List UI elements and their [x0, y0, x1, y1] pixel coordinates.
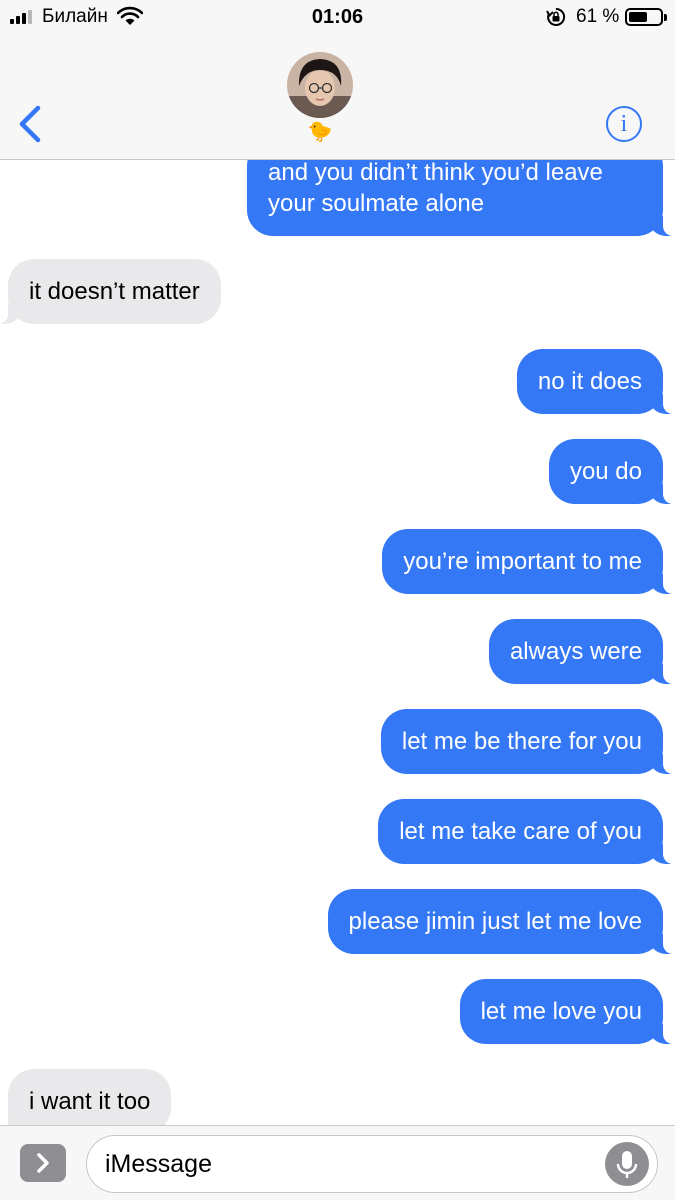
message-text: you do — [569, 458, 642, 485]
message-text: i want it too — [29, 1088, 151, 1115]
message-input-placeholder: iMessage — [105, 1150, 212, 1178]
message-text: you’re important to me — [403, 548, 642, 575]
info-icon: i — [620, 111, 628, 137]
message-bubble-received[interactable]: i want it too — [0, 1069, 172, 1125]
message-text: let me take care of you — [399, 818, 642, 845]
message-bubble-sent[interactable]: you’re important to me — [382, 529, 675, 594]
message-text: let me love you — [480, 998, 642, 1025]
message-bubble-sent[interactable]: let me take care of you — [378, 799, 675, 864]
rotation-lock-icon — [546, 7, 566, 26]
microphone-icon — [616, 1151, 638, 1178]
conversation-header: 🐤 i — [0, 36, 675, 160]
message-bubble-sent[interactable]: please jimin just let me love — [327, 889, 675, 954]
message-bubble-sent[interactable]: and you didn’t think you’d leave your so… — [247, 160, 675, 236]
message-bubble-sent[interactable]: let me be there for you — [380, 709, 675, 774]
battery-percent: 61 % — [576, 6, 620, 27]
battery-icon — [625, 8, 667, 26]
message-bubble-sent[interactable]: you do — [548, 439, 675, 504]
contact-name-emoji[interactable]: 🐤 — [305, 120, 335, 144]
status-bar: Билайн 01:06 61 % — [0, 0, 675, 36]
message-bubble-sent[interactable]: always were — [488, 619, 675, 684]
contact-avatar[interactable] — [287, 52, 353, 118]
status-time: 01:06 — [311, 6, 364, 28]
message-text: please jimin just let me love — [348, 908, 642, 935]
chevron-right-icon — [37, 1153, 49, 1173]
composer-bar: iMessage — [0, 1125, 675, 1200]
apps-expand-button[interactable] — [20, 1144, 66, 1182]
message-text: and you didn’t think you’d leave your so… — [268, 160, 603, 217]
message-bubble-received[interactable]: it doesn’t matter — [0, 259, 221, 324]
message-bubble-sent[interactable]: let me love you — [459, 979, 675, 1044]
message-text: it doesn’t matter — [29, 278, 200, 305]
message-thread[interactable]: and you didn’t think you’d leave your so… — [0, 160, 675, 1125]
message-text: always were — [509, 638, 642, 665]
message-input[interactable]: iMessage — [86, 1135, 658, 1193]
info-button[interactable]: i — [606, 106, 642, 142]
message-text: let me be there for you — [401, 728, 642, 755]
dictation-button[interactable] — [605, 1142, 649, 1186]
message-bubble-sent[interactable]: no it does — [516, 349, 675, 414]
message-text: no it does — [537, 368, 642, 395]
back-chevron-icon[interactable] — [14, 104, 48, 144]
